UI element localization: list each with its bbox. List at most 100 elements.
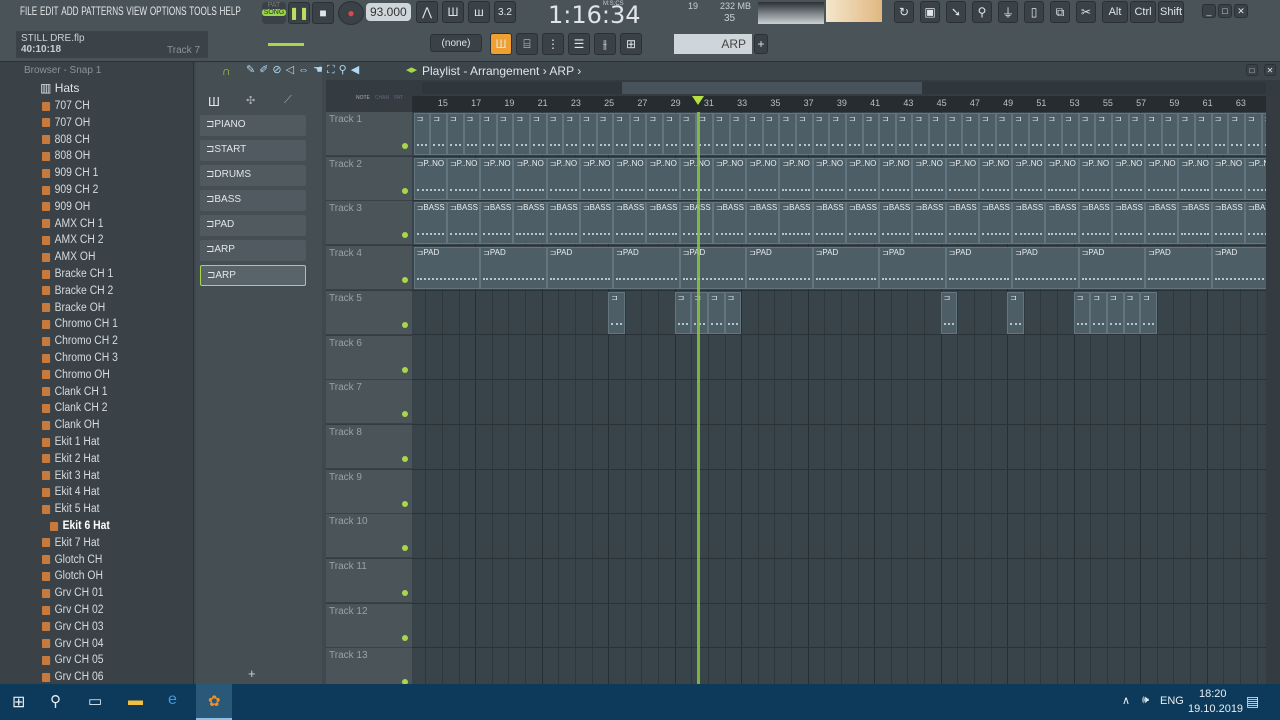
- master-pitch-slider[interactable]: [268, 43, 304, 46]
- pat-song-toggle[interactable]: PAT SONG: [262, 2, 286, 24]
- pattern-clip[interactable]: ⊐BASS: [912, 202, 946, 245]
- pattern-clip[interactable]: ⊐: [962, 113, 979, 155]
- new-file-icon[interactable]: ▯: [1024, 1, 1044, 23]
- pattern-clip[interactable]: ⊐: [563, 113, 580, 155]
- pattern-clip[interactable]: ⊐: [945, 113, 963, 155]
- menu-tools[interactable]: TOOLS: [189, 4, 217, 18]
- browser-item[interactable]: Ekit 6 Hat: [50, 518, 110, 534]
- pattern-clip[interactable]: ⊐: [929, 113, 946, 155]
- track-mute-led[interactable]: [402, 143, 408, 149]
- browser-item[interactable]: Clank CH 2: [42, 400, 108, 416]
- pattern-clip[interactable]: ⊐: [912, 113, 930, 155]
- browser-item[interactable]: Glotch CH: [42, 552, 102, 568]
- track-header[interactable]: Track 2: [326, 156, 412, 201]
- pattern-clip[interactable]: ⊐PAD: [1145, 247, 1212, 290]
- pattern-item[interactable]: ⊐ARP: [200, 240, 306, 261]
- mode-song[interactable]: SONG: [262, 9, 286, 16]
- pattern-clip[interactable]: ⊐PAD: [1012, 247, 1079, 290]
- pattern-clip[interactable]: ⊐BASS: [712, 202, 747, 245]
- pattern-clip[interactable]: ⊐: [1073, 291, 1091, 334]
- pattern-clip[interactable]: ⊐P..NO: [513, 157, 547, 200]
- playlist-grid[interactable]: ⊐ ⊐ ⊐ ⊐ ⊐ ⊐ ⊐ ⊐ ⊐ ⊐ ⊐ ⊐ ⊐ ⊐ ⊐ ⊐ ⊐ ⊐ ⊐ ⊐ ⊐ ⊐ ⊐ ⊐ ⊐ ⊐ ⊐ ⊐ ⊐ ⊐ ⊐ ⊐ ⊐ ⊐ ⊐ ⊐ ⊐ ⊐ ⊐ ⊐…: [412, 112, 1266, 684]
- tool-icons[interactable]: ✎✐⊘◁⇔☚⛶⚲◀: [246, 63, 363, 77]
- pattern-clip[interactable]: ⊐: [629, 113, 647, 155]
- pattern-clip[interactable]: ⊐PAD: [546, 247, 614, 290]
- pattern-item[interactable]: ⊐PIANO: [200, 115, 306, 136]
- track-header[interactable]: Track 5: [326, 290, 412, 335]
- pattern-clip[interactable]: ⊐: [995, 113, 1013, 155]
- track-mute-led[interactable]: [402, 500, 408, 507]
- piano-filter-icon[interactable]: Ш: [208, 94, 220, 109]
- pattern-clip[interactable]: ⊐BASS: [579, 202, 614, 245]
- menu-options[interactable]: OPTIONS: [150, 4, 187, 18]
- browser-item[interactable]: Ekit 4 Hat: [42, 484, 99, 500]
- pattern-clip[interactable]: ⊐: [712, 113, 730, 155]
- tab-pat[interactable]: PAT: [394, 95, 403, 101]
- browser-list-icon[interactable]: ☰: [568, 33, 590, 55]
- track-lane[interactable]: [412, 380, 1266, 425]
- pattern-clip[interactable]: ⊐P..NO: [613, 157, 647, 200]
- browser-item[interactable]: Grv CH 05: [42, 652, 103, 668]
- track-mute-led[interactable]: [402, 634, 408, 641]
- pattern-clip[interactable]: ⊐P..NO: [1211, 157, 1245, 200]
- track-header[interactable]: Track 8: [326, 424, 412, 469]
- pattern-clip[interactable]: ⊐P..NO: [1111, 157, 1146, 200]
- pattern-clip[interactable]: ⊐BASS: [1211, 202, 1245, 245]
- track-mute-led[interactable]: [402, 187, 408, 194]
- pattern-clip[interactable]: ⊐PAD: [480, 247, 547, 290]
- pattern-clip[interactable]: ⊐P..NO: [1145, 157, 1179, 200]
- pattern-clip[interactable]: ⊐BASS: [812, 202, 846, 245]
- browser-item[interactable]: 909 OH: [42, 199, 90, 215]
- pattern-clip[interactable]: ⊐: [463, 113, 481, 155]
- track-lane[interactable]: [412, 559, 1266, 604]
- browser-item[interactable]: Chromo CH 2: [42, 333, 118, 349]
- pattern-clip[interactable]: ⊐P..NO: [579, 157, 614, 200]
- browser-item[interactable]: Grv CH 06: [42, 669, 103, 685]
- automation-filter-icon[interactable]: ⟋: [284, 94, 292, 107]
- alt-key-button[interactable]: Alt: [1102, 1, 1128, 23]
- pattern-clip[interactable]: ⊐: [1178, 113, 1196, 155]
- browser-item[interactable]: AMX CH 2: [42, 232, 103, 248]
- pattern-clip[interactable]: ⊐BASS: [1145, 202, 1179, 245]
- pattern-clip[interactable]: ⊐: [879, 113, 896, 155]
- pattern-clip[interactable]: ⊐: [829, 113, 846, 155]
- track-mute-led[interactable]: [402, 590, 408, 596]
- pattern-clip[interactable]: ⊐: [546, 113, 564, 155]
- pattern-clip[interactable]: ⊐PAD: [679, 247, 747, 290]
- pattern-clip[interactable]: ⊐BASS: [1078, 202, 1112, 245]
- volume-icon[interactable]: 🕪: [1142, 694, 1149, 707]
- pattern-clip[interactable]: ⊐P..NO: [413, 157, 447, 200]
- pattern-clip[interactable]: ⊐: [1078, 113, 1096, 155]
- pattern-clip[interactable]: ⊐: [513, 113, 531, 155]
- menu-patterns[interactable]: PATTERNS: [81, 4, 123, 18]
- plugin-picker-icon[interactable]: ⊞: [620, 33, 642, 55]
- pattern-clip[interactable]: ⊐: [1007, 291, 1024, 334]
- playlist-maximize-button[interactable]: □: [1246, 64, 1258, 76]
- menu-view[interactable]: VIEW: [126, 4, 147, 18]
- browser-item[interactable]: Chromo CH 3: [42, 350, 118, 366]
- track-header[interactable]: Track 6: [326, 335, 412, 380]
- pattern-clip[interactable]: ⊐P..NO: [978, 157, 1013, 200]
- maximize-button[interactable]: □: [1218, 4, 1232, 18]
- browser-item[interactable]: 808 OH: [42, 148, 90, 164]
- timeline-ruler[interactable]: 15 17 19 21 23 25 27 29 31 33 35 37 39 41 43 45 47 49 51 53…: [412, 96, 1266, 112]
- pattern-clip[interactable]: ⊐P..NO: [480, 157, 514, 200]
- pattern-clip[interactable]: ⊐: [496, 113, 514, 155]
- pattern-clip[interactable]: ⊐P..NO: [879, 157, 913, 200]
- pattern-clip[interactable]: ⊐: [1145, 113, 1162, 155]
- step-edit-icon[interactable]: Ш: [442, 1, 464, 23]
- pattern-clip[interactable]: ⊐: [724, 291, 742, 334]
- track-mute-led[interactable]: [402, 455, 408, 462]
- pattern-clip[interactable]: ⊐: [1090, 291, 1107, 334]
- pattern-clip[interactable]: ⊐P..NO: [446, 157, 481, 200]
- magnet-icon[interactable]: ∩: [222, 64, 231, 78]
- pattern-clip[interactable]: ⊐P..NO: [1244, 157, 1266, 200]
- pattern-item[interactable]: ⊐DRUMS: [200, 165, 306, 186]
- track-mute-led[interactable]: [402, 321, 408, 328]
- tray-chevron-icon[interactable]: ∧: [1122, 694, 1130, 707]
- pattern-clip[interactable]: ⊐: [845, 113, 863, 155]
- pattern-clip[interactable]: ⊐PAD: [812, 247, 880, 290]
- pattern-clip[interactable]: ⊐: [1140, 291, 1157, 334]
- track-lane[interactable]: [412, 648, 1266, 684]
- pattern-clip[interactable]: ⊐PAD: [1211, 247, 1266, 290]
